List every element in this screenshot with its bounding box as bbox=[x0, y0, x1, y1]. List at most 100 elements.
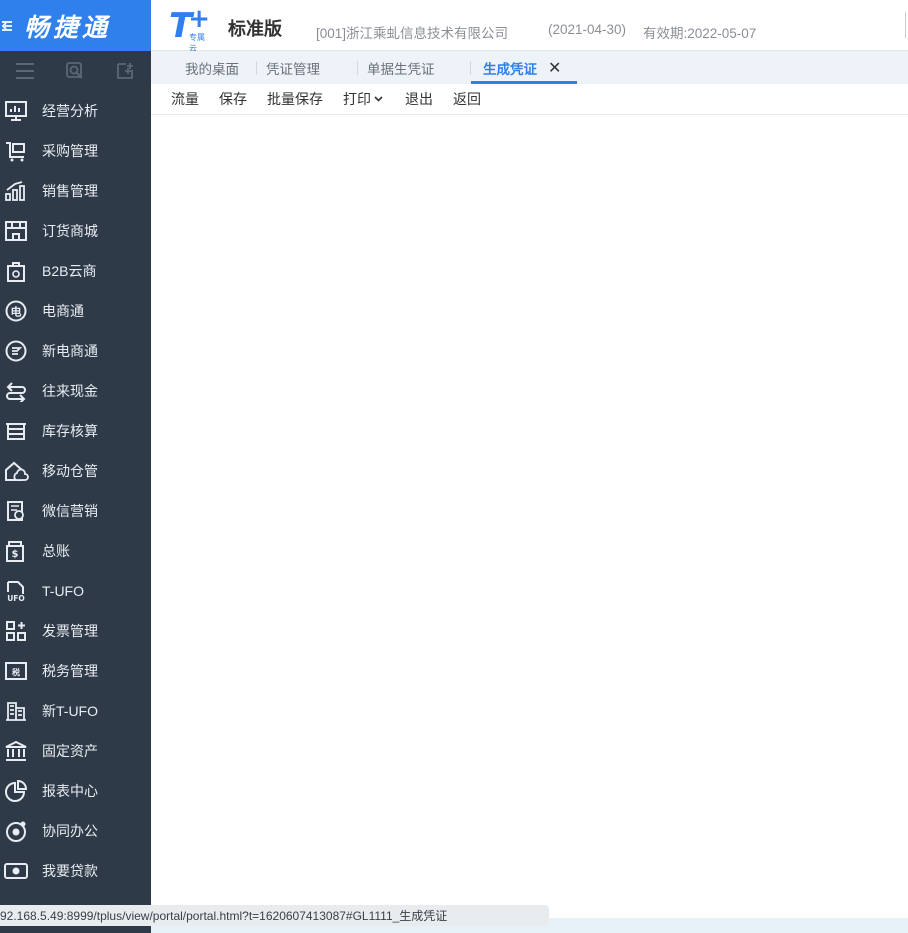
sidebar-item-label: 经营分析 bbox=[42, 103, 98, 119]
sidebar-item-zongzhang[interactable]: $ 总账 bbox=[0, 531, 151, 571]
sidebar-item-xiaoshou[interactable]: 销售管理 bbox=[0, 171, 151, 211]
sidebar-item-dianshang[interactable]: 电 电商通 bbox=[0, 291, 151, 331]
svg-text:电: 电 bbox=[11, 305, 22, 319]
sidebar-item-baobiao[interactable]: 报表中心 bbox=[0, 771, 151, 811]
sidebar: 畅捷通 经营分析 采购管理 销售管理 订货商城 B2B云商 电 电商通 新电商通… bbox=[0, 0, 151, 933]
tab-doc-to-voucher[interactable]: 单据生凭证 bbox=[357, 51, 435, 84]
print-button[interactable]: 打印 bbox=[343, 84, 383, 114]
sidebar-item-label: 往来现金 bbox=[42, 383, 98, 399]
grid-plus-icon bbox=[0, 611, 36, 651]
tab-my-desktop[interactable]: 我的桌面 bbox=[185, 51, 239, 84]
sidebar-item-guding[interactable]: 固定资产 bbox=[0, 731, 151, 771]
sidebar-item-caigou[interactable]: 采购管理 bbox=[0, 131, 151, 171]
sidebar-item-kucun[interactable]: 库存核算 bbox=[0, 411, 151, 451]
tab-separator bbox=[470, 61, 471, 75]
cart-icon bbox=[0, 131, 36, 171]
save-button[interactable]: 保存 bbox=[219, 84, 247, 114]
sidebar-item-label: 新电商通 bbox=[42, 343, 98, 359]
sidebar-tools bbox=[0, 51, 151, 91]
tab-label: 我的桌面 bbox=[185, 61, 239, 77]
print-label: 打印 bbox=[343, 91, 371, 107]
bag-icon bbox=[0, 251, 36, 291]
back-button[interactable]: 返回 bbox=[453, 84, 481, 114]
collapse-menu-icon[interactable] bbox=[0, 0, 16, 51]
toolbar: 流量 保存 批量保存 打印 退出 返回 bbox=[151, 84, 908, 115]
status-bar-url: 92.168.5.49:8999/tplus/view/portal/porta… bbox=[0, 905, 549, 926]
sidebar-item-label: 协同办公 bbox=[42, 823, 98, 839]
exchange-icon bbox=[0, 371, 36, 411]
sidebar-item-label: 电商通 bbox=[42, 303, 84, 319]
sidebar-item-label: B2B云商 bbox=[42, 263, 97, 279]
sidebar-item-tufo[interactable]: UFO T-UFO bbox=[0, 571, 151, 611]
sidebar-item-b2b[interactable]: B2B云商 bbox=[0, 251, 151, 291]
money-icon bbox=[0, 851, 36, 891]
sidebar-item-xindianshang[interactable]: 新电商通 bbox=[0, 331, 151, 371]
sidebar-item-dinghuo[interactable]: 订货商城 bbox=[0, 211, 151, 251]
sidebar-item-jingying[interactable]: 经营分析 bbox=[0, 91, 151, 131]
sidebar-item-label: 采购管理 bbox=[42, 143, 98, 159]
add-icon[interactable] bbox=[100, 51, 150, 91]
sidebar-item-label: 固定资产 bbox=[42, 743, 98, 759]
tab-label: 凭证管理 bbox=[266, 61, 320, 77]
tax-icon: 税 bbox=[0, 651, 36, 691]
sidebar-item-daikuan[interactable]: 我要贷款 bbox=[0, 851, 151, 891]
sidebar-item-fapiao[interactable]: 发票管理 bbox=[0, 611, 151, 651]
collab-icon bbox=[0, 811, 36, 851]
tab-label: 生成凭证 bbox=[483, 61, 537, 77]
sidebar-item-shuiwu[interactable]: 税 税务管理 bbox=[0, 651, 151, 691]
validity-date: 有效期:2022-05-07 bbox=[643, 26, 757, 41]
cloud-house-icon bbox=[0, 451, 36, 491]
top-header: T + 专属云 标准版 [001]浙江乘虬信息技术有限公司 (2021-04-30… bbox=[151, 0, 908, 53]
sidebar-item-label: 移动仓管 bbox=[42, 463, 98, 479]
menu-icon[interactable] bbox=[0, 51, 50, 91]
store-icon bbox=[0, 211, 36, 251]
bar-chart-icon bbox=[0, 171, 36, 211]
wechat-doc-icon bbox=[0, 491, 36, 531]
sidebar-item-wanglai[interactable]: 往来现金 bbox=[0, 371, 151, 411]
tab-separator bbox=[357, 61, 358, 75]
ledger-icon: $ bbox=[0, 531, 36, 571]
tab-label: 单据生凭证 bbox=[367, 61, 435, 77]
sidebar-item-weixin[interactable]: 微信营销 bbox=[0, 491, 151, 531]
sidebar-item-label: 总账 bbox=[42, 543, 70, 559]
tab-bar: 我的桌面 凭证管理 单据生凭证 生成凭证 ✕ bbox=[151, 51, 908, 85]
electric-icon: 电 bbox=[0, 291, 36, 331]
sidebar-item-label: 新T-UFO bbox=[42, 703, 98, 719]
batch-save-button[interactable]: 批量保存 bbox=[267, 84, 323, 114]
svg-text:税: 税 bbox=[12, 667, 20, 677]
svg-text:$: $ bbox=[12, 549, 19, 560]
monitor-icon bbox=[0, 91, 36, 131]
account-date: (2021-04-30) bbox=[548, 22, 627, 37]
bank-icon bbox=[0, 731, 36, 771]
sidebar-item-label: 发票管理 bbox=[42, 623, 98, 639]
ufo-doc-icon: UFO bbox=[0, 571, 36, 611]
sidebar-item-label: 库存核算 bbox=[42, 423, 98, 439]
chevron-down-icon bbox=[374, 96, 383, 102]
warehouse-icon bbox=[0, 411, 36, 451]
sidebar-item-label: 销售管理 bbox=[42, 183, 98, 199]
product-logo: T + 专属云 bbox=[169, 4, 210, 53]
search-icon[interactable] bbox=[50, 51, 100, 91]
tab-voucher-management[interactable]: 凭证管理 bbox=[256, 51, 320, 84]
exit-button[interactable]: 退出 bbox=[405, 84, 433, 114]
company-name: [001]浙江乘虬信息技术有限公司 bbox=[316, 26, 509, 41]
tab-generate-voucher[interactable]: 生成凭证 ✕ bbox=[470, 51, 578, 84]
close-icon[interactable]: ✕ bbox=[548, 58, 561, 78]
sidebar-item-xintufo[interactable]: 新T-UFO bbox=[0, 691, 151, 731]
sidebar-item-label: 我要贷款 bbox=[42, 863, 98, 879]
sidebar-item-label: 税务管理 bbox=[42, 663, 98, 679]
tab-separator bbox=[256, 61, 257, 75]
brand-bar: 畅捷通 bbox=[0, 0, 151, 51]
brand-name: 畅捷通 bbox=[24, 12, 112, 42]
flow-button[interactable]: 流量 bbox=[171, 84, 199, 114]
pie-chart-icon bbox=[0, 771, 36, 811]
sidebar-menu: 经营分析 采购管理 销售管理 订货商城 B2B云商 电 电商通 新电商通 往来现… bbox=[0, 91, 151, 891]
edition-label: 标准版 bbox=[228, 19, 282, 39]
refresh-circle-icon bbox=[0, 331, 36, 371]
svg-text:UFO: UFO bbox=[7, 594, 25, 602]
building-icon bbox=[0, 691, 36, 731]
main-content bbox=[151, 115, 908, 918]
sidebar-item-label: 订货商城 bbox=[42, 223, 98, 239]
sidebar-item-yidong[interactable]: 移动仓管 bbox=[0, 451, 151, 491]
sidebar-item-xietong[interactable]: 协同办公 bbox=[0, 811, 151, 851]
